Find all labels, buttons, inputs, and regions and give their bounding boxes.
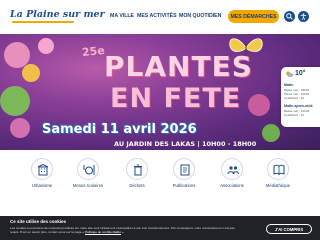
hero-date: Samedi 11 avril 2026 <box>42 122 197 137</box>
nav-mes-demarches-button[interactable]: MES DÉMARCHES <box>228 10 279 23</box>
tide-line: Coefficient : 44 <box>284 96 304 100</box>
tide-afternoon-label: Matin après-midi <box>284 104 313 108</box>
flower-decoration <box>38 38 54 54</box>
hero-banner[interactable]: 25e PLANTES EN FETE Samedi 11 avril 2026… <box>0 34 320 150</box>
leaf-decoration <box>262 124 280 142</box>
nav-ma-ville[interactable]: MA VILLE <box>110 13 134 19</box>
hero-title-line2: EN FETE <box>110 83 242 114</box>
book-icon <box>267 158 289 180</box>
tide-line: Coefficient : 44 <box>284 113 304 117</box>
privacy-policy-link[interactable]: Politique de confidentialité <box>85 230 121 234</box>
hero-title-line1: PLANTES <box>104 50 253 83</box>
search-button[interactable] <box>284 11 295 22</box>
flower-decoration <box>248 94 270 116</box>
trash-icon <box>126 158 148 180</box>
quick-link-associations[interactable]: Associations <box>212 158 252 188</box>
nav-mon-quotidien[interactable]: MON QUOTIDIEN <box>179 13 221 19</box>
quick-link-mediatheque[interactable]: Médiathèque <box>258 158 298 188</box>
quick-link-label: Médiathèque <box>265 183 291 188</box>
quick-link-label: Menus scolaires <box>72 183 104 188</box>
publication-icon <box>173 158 195 180</box>
site-logo[interactable]: La Plaine sur mer <box>10 9 105 20</box>
quick-link-label: Déchets <box>129 183 145 188</box>
flower-decoration <box>22 64 40 82</box>
people-icon <box>221 158 243 180</box>
nav-mes-activites[interactable]: MES ACTIVITÉS <box>137 13 177 19</box>
site-header: La Plaine sur mer MA VILLE MES ACTIVITÉS… <box>0 0 320 34</box>
cloud-sun-icon <box>286 71 294 78</box>
cookie-banner: Ce site utilise des cookies Les cookies … <box>0 216 320 240</box>
tide-morning-label: Matin <box>284 83 294 87</box>
quick-link-publications[interactable]: Publications <box>164 158 204 188</box>
quick-link-label: Associations <box>220 183 244 188</box>
quick-link-label: Publications <box>172 183 196 188</box>
quick-link-urbanisme[interactable]: Urbanisme <box>22 158 62 188</box>
quick-link-menus-scolaires[interactable]: Menus scolaires <box>68 158 108 188</box>
logo-underline <box>12 21 74 23</box>
building-icon <box>31 158 53 180</box>
flower-decoration <box>10 118 30 138</box>
quick-link-dechets[interactable]: Déchets <box>117 158 157 188</box>
hero-edition: 25e <box>81 43 106 60</box>
hero-place: AU JARDIN DES LAKAS | 10H00 - 18H00 <box>114 140 257 148</box>
temperature: 10° <box>295 70 306 77</box>
quick-links-bar: Urbanisme Menus scolaires Déchets Public… <box>0 150 320 216</box>
accessibility-icon <box>300 13 307 20</box>
cookie-text: Les cookies (ou témoins de connexion) ut… <box>10 226 240 234</box>
accessibility-button[interactable] <box>298 11 309 22</box>
leaf-decoration <box>0 86 30 116</box>
cookie-text-end: ». <box>120 230 125 234</box>
weather-tide-panel[interactable]: 10° Matin Basse mer : 04h52 Pleine mer :… <box>281 67 320 127</box>
cookie-title: Ce site utilise des cookies <box>10 219 67 224</box>
search-icon <box>286 13 293 20</box>
quick-link-label: Urbanisme <box>31 183 53 188</box>
menu-icon <box>77 158 99 180</box>
accept-cookies-button[interactable]: J'AI COMPRIS <box>266 224 312 234</box>
